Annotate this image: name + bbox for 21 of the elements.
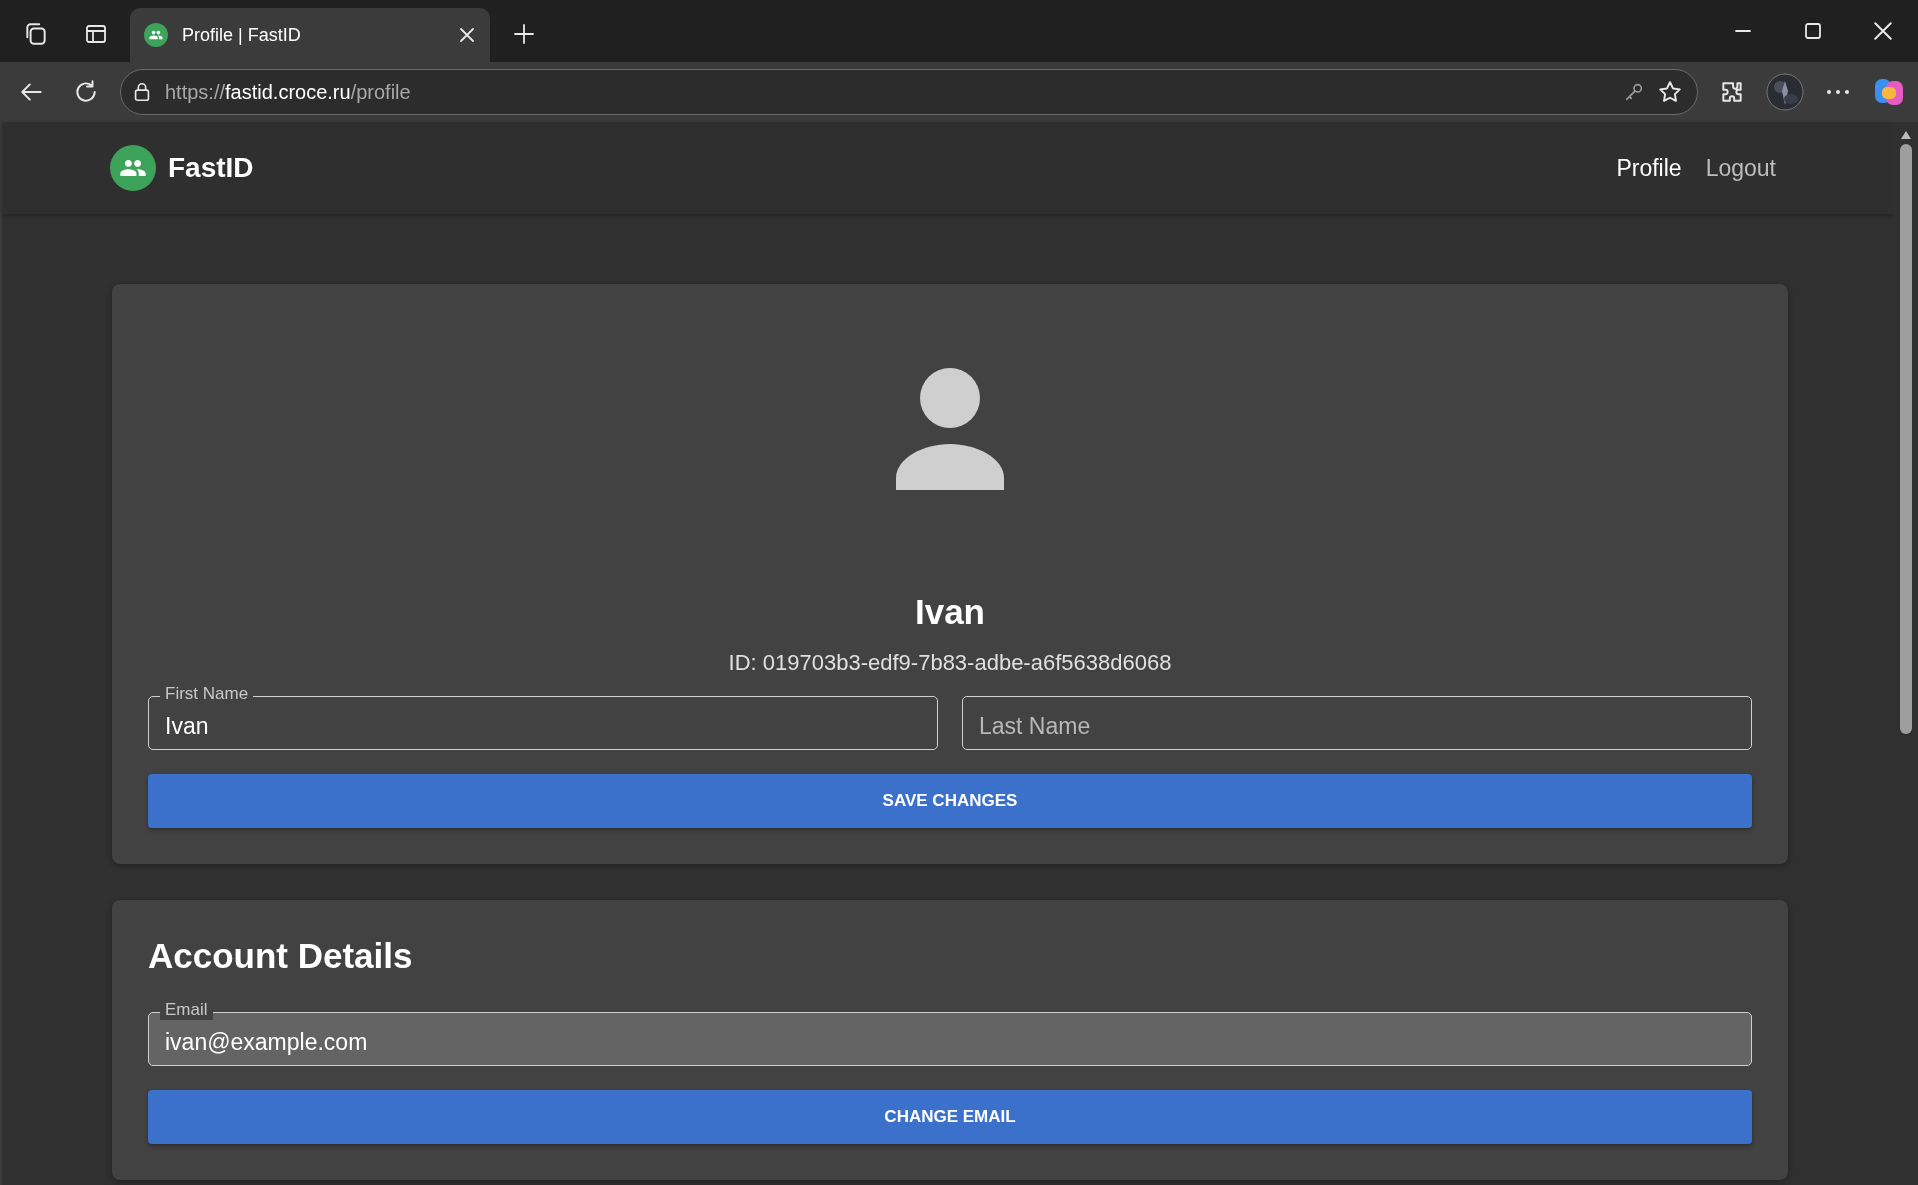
brand-name: FastID — [168, 152, 254, 184]
favicon-icon — [144, 23, 168, 47]
field-label: Email — [160, 1000, 213, 1020]
url-text: https://fastid.croce.ru/profile — [165, 80, 412, 104]
save-button[interactable]: SAVE CHANGES — [148, 774, 1752, 828]
change-email-button[interactable]: CHANGE EMAIL — [148, 1090, 1752, 1144]
key-icon[interactable] — [1623, 81, 1645, 103]
logo-icon — [110, 145, 156, 191]
browser-tab[interactable]: Profile | FastID — [130, 8, 490, 62]
star-icon[interactable] — [1657, 79, 1683, 105]
text-field[interactable]: Last Name — [962, 696, 1752, 750]
scroll-up-icon[interactable] — [1900, 130, 1912, 140]
user-id: ID: 019703b3-edf9-7b83-adbe-a6f5638d6068 — [727, 650, 1173, 676]
user-name: Ivan — [913, 592, 986, 632]
nav-link[interactable]: Profile — [1616, 154, 1682, 182]
address-bar[interactable]: https://fastid.croce.ru/profile — [120, 69, 1698, 115]
avatar-icon — [896, 368, 1004, 490]
nav-link[interactable]: Logout — [1705, 154, 1776, 182]
close-icon[interactable] — [458, 26, 476, 44]
tab-title: Profile | FastID — [182, 24, 302, 46]
section-title: Account Details — [148, 936, 414, 976]
